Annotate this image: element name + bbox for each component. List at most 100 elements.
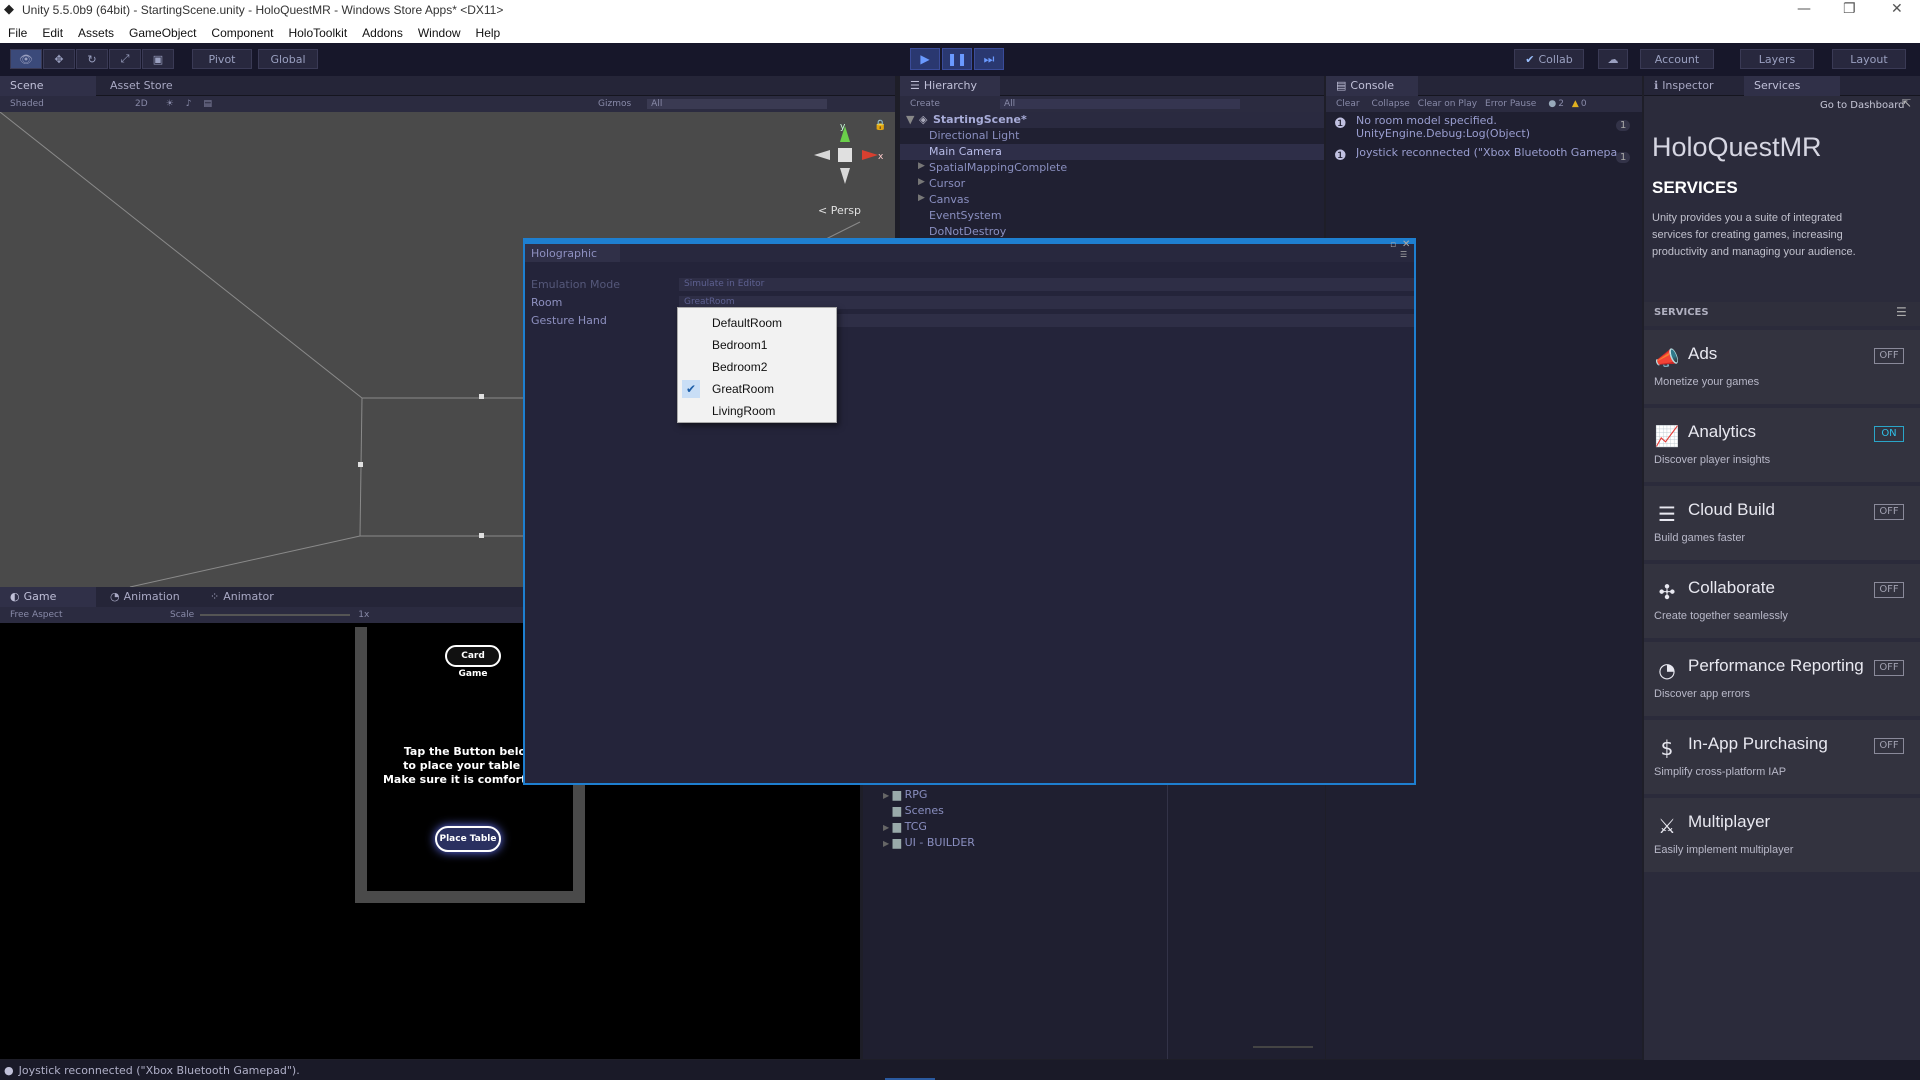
tab-services[interactable]: Services [1744,76,1840,96]
tab-holographic[interactable]: Holographic [525,244,620,262]
lock-icon[interactable]: 🔒 [874,120,886,131]
scene-root-row[interactable]: ▼ ◈ StartingScene* [900,112,1324,128]
hierarchy-item[interactable]: Directional Light [900,128,1324,144]
menu-holotoolkit[interactable]: HoloToolkit [288,26,347,40]
layers-dropdown[interactable]: Layers [1740,49,1814,69]
cloud-button[interactable]: ☁ [1598,49,1628,69]
scene-search-input[interactable]: All [647,99,828,109]
service-toggle[interactable]: OFF [1874,582,1904,598]
service-toggle[interactable]: OFF [1874,348,1904,364]
rect-tool-button[interactable]: ▣ [142,49,174,69]
service-card-analytics[interactable]: 📈 Analytics Discover player insights ON [1644,408,1920,484]
console-entry[interactable]: ❶ No room model specified. UnityEngine.D… [1326,112,1642,144]
tab-animator[interactable]: ⁘ Animator [200,587,300,607]
layout-dropdown[interactable]: Layout [1832,49,1906,69]
card-game-button[interactable]: Card Game [445,645,501,679]
menu-assets[interactable]: Assets [78,26,114,40]
menu-gameobject[interactable]: GameObject [129,26,196,40]
dropdown-option[interactable]: Bedroom2 [678,356,836,378]
tab-inspector[interactable]: ℹ Inspector [1644,76,1744,96]
hierarchy-search-input[interactable]: All [1000,99,1240,109]
service-card-cloud-build[interactable]: ☰ Cloud Build Build games faster OFF [1644,486,1920,562]
account-dropdown[interactable]: Account [1640,49,1714,69]
expand-arrow-icon[interactable]: ▶ [918,177,925,187]
service-toggle[interactable]: OFF [1874,504,1904,520]
warning-icon[interactable]: ▲ [1572,99,1579,109]
expand-arrow-icon[interactable]: ▶ [918,193,925,203]
menu-file[interactable]: File [8,26,27,40]
audio-icon[interactable]: ♪ [186,99,192,109]
service-card-multiplayer[interactable]: ⚔ Multiplayer Easily implement multiplay… [1644,798,1920,874]
info-icon[interactable]: ● [1548,99,1556,109]
tab-hierarchy[interactable]: ☰ Hierarchy [900,76,1000,96]
collapse-button[interactable]: Collapse [1372,99,1410,109]
rotate-tool-button[interactable]: ↻ [76,49,108,69]
lighting-icon[interactable]: ☀ [166,99,174,109]
panel-divider[interactable] [1167,776,1168,1059]
tab-console[interactable]: ▤ Console [1326,76,1418,96]
service-card-collaborate[interactable]: ✣ Collaborate Create together seamlessly… [1644,564,1920,640]
step-button[interactable]: ⏭ [974,48,1004,70]
tab-animation[interactable]: ◔ Animation [100,587,200,607]
pivot-toggle[interactable]: Pivot [192,49,252,69]
restore-icon[interactable]: ❐ [1843,1,1856,17]
pause-button[interactable]: ❚❚ [942,48,972,70]
go-to-dashboard-link[interactable]: Go to Dashboard [1820,100,1905,111]
service-toggle[interactable]: OFF [1874,660,1904,676]
hierarchy-item[interactable]: ▶ SpatialMappingComplete [900,160,1324,176]
effects-icon[interactable]: ▤ [203,99,212,109]
dropdown-option[interactable]: Bedroom1 [678,334,836,356]
clear-on-play-button[interactable]: Clear on Play [1418,99,1477,109]
panel-menu-icon[interactable]: ☰ [1400,250,1407,259]
external-link-icon[interactable]: ⇱ [1902,97,1911,110]
persp-label[interactable]: < Persp [818,204,861,217]
create-dropdown[interactable]: Create [910,99,1000,109]
folder-row[interactable]: ▶ ▆ UI - BUILDER [883,836,975,849]
service-toggle[interactable]: ON [1874,426,1904,442]
scale-tool-button[interactable]: ⤢ [109,49,141,69]
hierarchy-item[interactable]: ▶ Cursor [900,176,1324,192]
dropdown-option-selected[interactable]: ✔ GreatRoom [678,378,836,400]
service-toggle[interactable]: OFF [1874,738,1904,754]
clear-button[interactable]: Clear [1336,99,1360,109]
service-card-ads[interactable]: 📣 Ads Monetize your games OFF [1644,330,1920,406]
scale-slider[interactable] [200,614,351,616]
mode-2d-toggle[interactable]: 2D [135,99,148,109]
hierarchy-item[interactable]: Main Camera [900,144,1324,160]
menu-window[interactable]: Window [418,26,461,40]
expand-arrow-icon[interactable]: ▶ [918,161,925,171]
folder-row[interactable]: ▶ ▆ RPG [883,788,927,801]
close-icon[interactable]: ✕ [1402,239,1410,250]
status-bar[interactable]: ● Joystick reconnected ("Xbox Bluetooth … [0,1060,1920,1080]
service-card-in-app-purchasing[interactable]: $ In-App Purchasing Simplify cross-platf… [1644,720,1920,796]
global-toggle[interactable]: Global [258,49,318,69]
error-pause-button[interactable]: Error Pause [1485,99,1536,109]
collab-button[interactable]: ✔ Collab [1514,49,1584,69]
hamburger-menu-icon[interactable]: ☰ [1896,305,1907,319]
maximize-icon[interactable]: ▫ [1390,240,1396,250]
view-tool-button[interactable]: 👁 [10,49,42,69]
menu-help[interactable]: Help [476,26,501,40]
console-entry[interactable]: ❶ Joystick reconnected ("Xbox Bluetooth … [1326,144,1642,176]
aspect-dropdown[interactable]: Free Aspect [10,610,170,620]
menu-component[interactable]: Component [211,26,273,40]
zoom-slider[interactable] [1253,1046,1313,1048]
folder-row[interactable]: ▶ ▆ TCG [883,820,927,833]
move-tool-button[interactable]: ✥ [43,49,75,69]
place-table-button[interactable]: Place Table [435,826,501,852]
folder-row[interactable]: ▶ ▆ Scenes [883,804,944,817]
gizmos-dropdown[interactable]: Gizmos [598,99,631,109]
service-card-performance-reporting[interactable]: ◔ Performance Reporting Discover app err… [1644,642,1920,718]
tab-asset-store[interactable]: Asset Store [100,76,210,96]
dropdown-option[interactable]: DefaultRoom [678,312,836,334]
close-icon[interactable]: ✕ [1891,1,1903,17]
hierarchy-item[interactable]: EventSystem [900,208,1324,224]
shading-dropdown[interactable]: Shaded [10,99,125,109]
dropdown-option[interactable]: LivingRoom [678,400,836,422]
menu-addons[interactable]: Addons [362,26,403,40]
hierarchy-item[interactable]: ▶ Canvas [900,192,1324,208]
play-button[interactable]: ▶ [910,48,940,70]
emulation-mode-dropdown[interactable]: Simulate in Editor [679,278,1414,291]
tab-game[interactable]: ◐ Game [0,587,96,607]
tab-scene[interactable]: Scene [0,76,96,96]
